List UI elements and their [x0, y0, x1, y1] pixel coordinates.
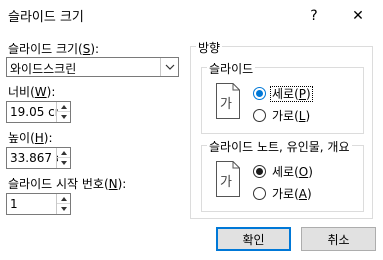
notes-landscape-label[interactable]: 가로(A)	[272, 185, 312, 202]
notes-portrait-label[interactable]: 세로(O)	[272, 163, 313, 180]
close-icon: ✕	[352, 8, 364, 24]
width-increment-button[interactable]	[57, 102, 70, 112]
notes-orientation-title: 슬라이드 노트, 유인물, 개요	[207, 138, 352, 155]
height-spinner[interactable]: 33.867 cm	[6, 147, 71, 169]
slide-size-label: 슬라이드 크기(S):	[8, 42, 100, 56]
slides-orientation-title: 슬라이드	[207, 60, 256, 77]
height-label: 높이(H):	[8, 131, 53, 145]
close-button[interactable]: ✕	[338, 0, 378, 32]
arrow-down-icon	[60, 207, 67, 211]
cancel-button[interactable]: 취소	[301, 227, 376, 251]
height-increment-button[interactable]	[57, 148, 70, 158]
height-value[interactable]: 33.867 cm	[10, 151, 58, 165]
number-from-label: 슬라이드 시작 번호(N):	[8, 177, 127, 191]
arrow-up-icon	[60, 196, 67, 201]
portrait-page-icon: 가	[216, 83, 240, 119]
arrow-up-icon	[60, 104, 67, 109]
number-from-value[interactable]: 1	[10, 197, 58, 211]
arrow-down-icon	[60, 161, 67, 165]
help-icon: ?	[310, 8, 318, 24]
width-value[interactable]: 19.05 cm	[10, 105, 58, 119]
portrait-page-icon: 가	[216, 161, 240, 197]
arrow-down-icon	[60, 115, 67, 119]
slides-portrait-label[interactable]: 세로(P)	[270, 85, 313, 102]
notes-portrait-radio[interactable]	[253, 165, 266, 178]
ok-button[interactable]: 확인	[216, 227, 291, 251]
orientation-title: 방향	[196, 39, 223, 56]
help-button[interactable]: ?	[294, 0, 334, 32]
slides-landscape-radio[interactable]	[253, 109, 266, 122]
arrow-up-icon	[60, 150, 67, 155]
chevron-down-icon[interactable]	[160, 58, 178, 76]
number-from-spinner[interactable]: 1	[6, 193, 71, 215]
width-decrement-button[interactable]	[57, 112, 70, 122]
number-from-increment-button[interactable]	[57, 194, 70, 204]
notes-landscape-radio[interactable]	[253, 187, 266, 200]
slides-portrait-radio[interactable]	[253, 87, 266, 100]
dialog-title: 슬라이드 크기	[8, 10, 84, 25]
width-spinner[interactable]: 19.05 cm	[6, 101, 71, 123]
slide-size-value: 와이드스크린	[10, 62, 77, 76]
slides-landscape-label[interactable]: 가로(L)	[272, 107, 310, 124]
height-decrement-button[interactable]	[57, 158, 70, 168]
number-from-decrement-button[interactable]	[57, 204, 70, 214]
slide-size-select[interactable]: 와이드스크린	[6, 57, 179, 77]
width-label: 너비(W):	[8, 85, 56, 99]
